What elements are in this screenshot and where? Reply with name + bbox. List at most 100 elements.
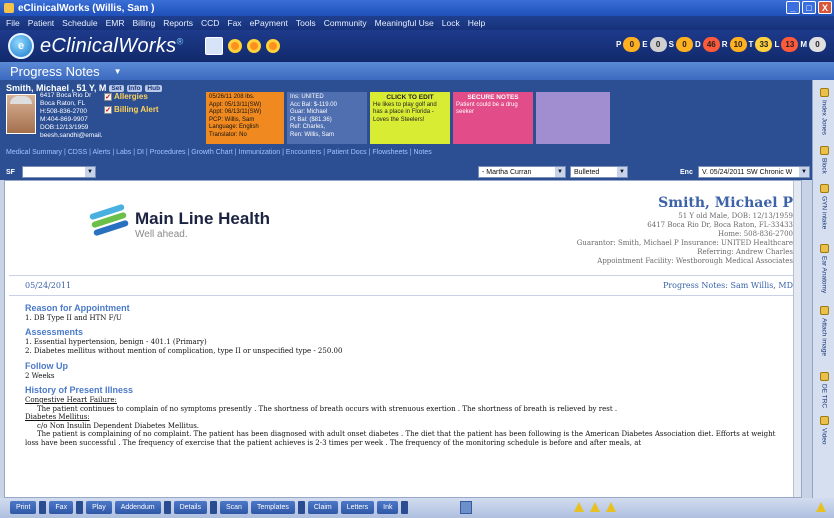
lock-icon[interactable] [606, 502, 616, 512]
jellybean-count[interactable]: 0 [809, 37, 826, 52]
secure-notes-box[interactable]: SECURE NOTES Patient could be a drug see… [453, 92, 533, 144]
menu-ccd[interactable]: CCD [201, 18, 219, 28]
menu-schedule[interactable]: Schedule [62, 18, 97, 28]
tab-block[interactable]: Block [817, 146, 831, 174]
chevron-down-icon[interactable]: ▼ [555, 167, 565, 177]
chevron-down-icon[interactable]: ▼ [617, 167, 627, 177]
chevron-down-icon[interactable] [209, 501, 217, 514]
print-button[interactable]: Print [10, 501, 37, 514]
chevron-down-icon[interactable]: ▼ [114, 67, 122, 76]
jellybean-count[interactable]: 13 [781, 37, 799, 52]
bottom-icons [460, 501, 472, 514]
brand-mark: ® [176, 35, 184, 46]
addendum-button[interactable]: Addendum [114, 501, 161, 514]
chevron-down-icon[interactable] [401, 501, 409, 514]
letters-button[interactable]: Letters [340, 501, 375, 514]
check-icon: ✓ [104, 92, 112, 101]
document-icon[interactable] [460, 501, 472, 514]
menu-tools[interactable]: Tools [296, 18, 316, 28]
status-circle-icon[interactable] [228, 39, 243, 53]
menu-reports[interactable]: Reports [163, 18, 193, 28]
jellybean-count[interactable]: 0 [649, 37, 667, 52]
chevron-down-icon[interactable] [76, 501, 84, 514]
tab-ear-anatomy[interactable]: Ear Anatomy [817, 244, 831, 293]
click-to-edit-box[interactable]: CLICK TO EDIT He likes to play golf and … [370, 92, 450, 144]
patient-photo[interactable] [6, 94, 36, 134]
right-tab-pane: Index Jones Block GYN intake Ear Anatomy… [812, 80, 834, 498]
notes-title: Progress Notes: Sam Willis, MD [662, 281, 793, 290]
patient-address-block: 6417 Boca Rio Dr Boca Raton, FL H:508-83… [40, 92, 103, 139]
jellybean-count[interactable]: 10 [729, 37, 747, 52]
scan-button[interactable]: Scan [219, 501, 248, 514]
menu-meaningful-use[interactable]: Meaningful Use [375, 18, 434, 28]
document-scrollbar[interactable] [793, 181, 801, 497]
info-tag[interactable]: Info [126, 84, 143, 92]
jellybean-letter: T [748, 40, 754, 49]
allergies-alert[interactable]: ✓ Allergies [104, 92, 159, 101]
tab-video[interactable]: Video [817, 416, 831, 445]
status-circle-icon[interactable] [247, 39, 262, 53]
jellybean-letter: S [668, 40, 674, 49]
set-tag[interactable]: Set [109, 84, 124, 92]
flag-icon[interactable] [590, 502, 600, 512]
close-button[interactable]: X [818, 1, 832, 14]
tab-index-jones[interactable]: Index Jones [817, 88, 831, 135]
sf-select[interactable]: ▼ [22, 166, 96, 178]
follow-up-section: Follow Up 2 Weeks [25, 361, 68, 380]
claim-button[interactable]: Claim [307, 501, 338, 514]
ink-button[interactable]: Ink [377, 501, 399, 514]
scheduler-icon[interactable] [205, 37, 224, 55]
check-icon: ✓ [104, 105, 112, 114]
org-tagline: Well ahead. [135, 229, 188, 240]
jellybean-count[interactable]: 0 [623, 37, 641, 52]
alert-icon[interactable] [816, 502, 826, 512]
menu-help[interactable]: Help [468, 18, 485, 28]
chevron-down-icon[interactable] [39, 501, 47, 514]
menu-file[interactable]: File [6, 18, 20, 28]
menu-lock[interactable]: Lock [442, 18, 460, 28]
jellybean-count[interactable]: 33 [755, 37, 773, 52]
warning-icon[interactable] [574, 502, 584, 512]
ecw-logo-icon: e [8, 33, 34, 59]
filter-row: SF ▼ - Martha Curran ▼ Bulleted ▼ Enc V. 0… [0, 164, 812, 180]
chevron-down-icon[interactable]: ▼ [85, 167, 95, 177]
menu-epayment[interactable]: ePayment [250, 18, 288, 28]
menu-emr[interactable]: EMR [106, 18, 125, 28]
jellybean-letter: L [774, 40, 780, 49]
chevron-down-icon[interactable] [297, 501, 305, 514]
status-circle-icon[interactable] [266, 39, 281, 53]
jellybean-count[interactable]: 0 [675, 37, 693, 52]
billing-alert[interactable]: ✓ Billing Alert [104, 105, 159, 114]
brand-name: eClinicalWorks [40, 34, 177, 57]
insurance-box[interactable]: Ins: UNITED Acc Bal: $-119.00 Guar: Mich… [287, 92, 367, 144]
quick-icons [205, 37, 281, 55]
module-header: Progress Notes ▼ [0, 62, 834, 80]
menu-patient[interactable]: Patient [28, 18, 54, 28]
play-button[interactable]: Play [86, 501, 112, 514]
provider-select[interactable]: - Martha Curran ▼ [478, 166, 566, 178]
encounter-select[interactable]: V. 05/24/2011 SW Chronic W ▼ [698, 166, 810, 178]
tab-de-trc[interactable]: DE TRC [817, 372, 831, 408]
format-select[interactable]: Bulleted ▼ [570, 166, 628, 178]
appointment-box[interactable]: 05/26/11 208 lbs. Appt: 05/13/11(SW) App… [206, 92, 284, 144]
menu-community[interactable]: Community [324, 18, 367, 28]
patient-links[interactable]: Medical Summary | CDSS | Alerts | Labs |… [6, 149, 432, 156]
maximize-button[interactable]: □ [802, 1, 816, 14]
jellybean-count[interactable]: 46 [702, 37, 720, 52]
hub-tag[interactable]: Hub [145, 84, 163, 92]
tab-gyn-intake[interactable]: GYN intake [817, 184, 831, 229]
chevron-down-icon[interactable]: ▼ [799, 167, 809, 177]
minimize-button[interactable]: _ [786, 1, 800, 14]
tab-attach-image[interactable]: Attach image [817, 306, 831, 356]
doc-patient-name: Smith, Michael P [658, 195, 793, 211]
menu-billing[interactable]: Billing [133, 18, 156, 28]
templates-button[interactable]: Templates [250, 501, 295, 514]
details-button[interactable]: Details [173, 501, 207, 514]
enc-label: Enc [680, 168, 693, 176]
chevron-down-icon[interactable] [163, 501, 171, 514]
empty-note-box[interactable] [536, 92, 610, 144]
fax-button[interactable]: Fax [49, 501, 74, 514]
pencil-icon [819, 416, 829, 425]
hpi-section: History of Present Illness Congestive He… [25, 385, 776, 447]
menu-fax[interactable]: Fax [227, 18, 241, 28]
